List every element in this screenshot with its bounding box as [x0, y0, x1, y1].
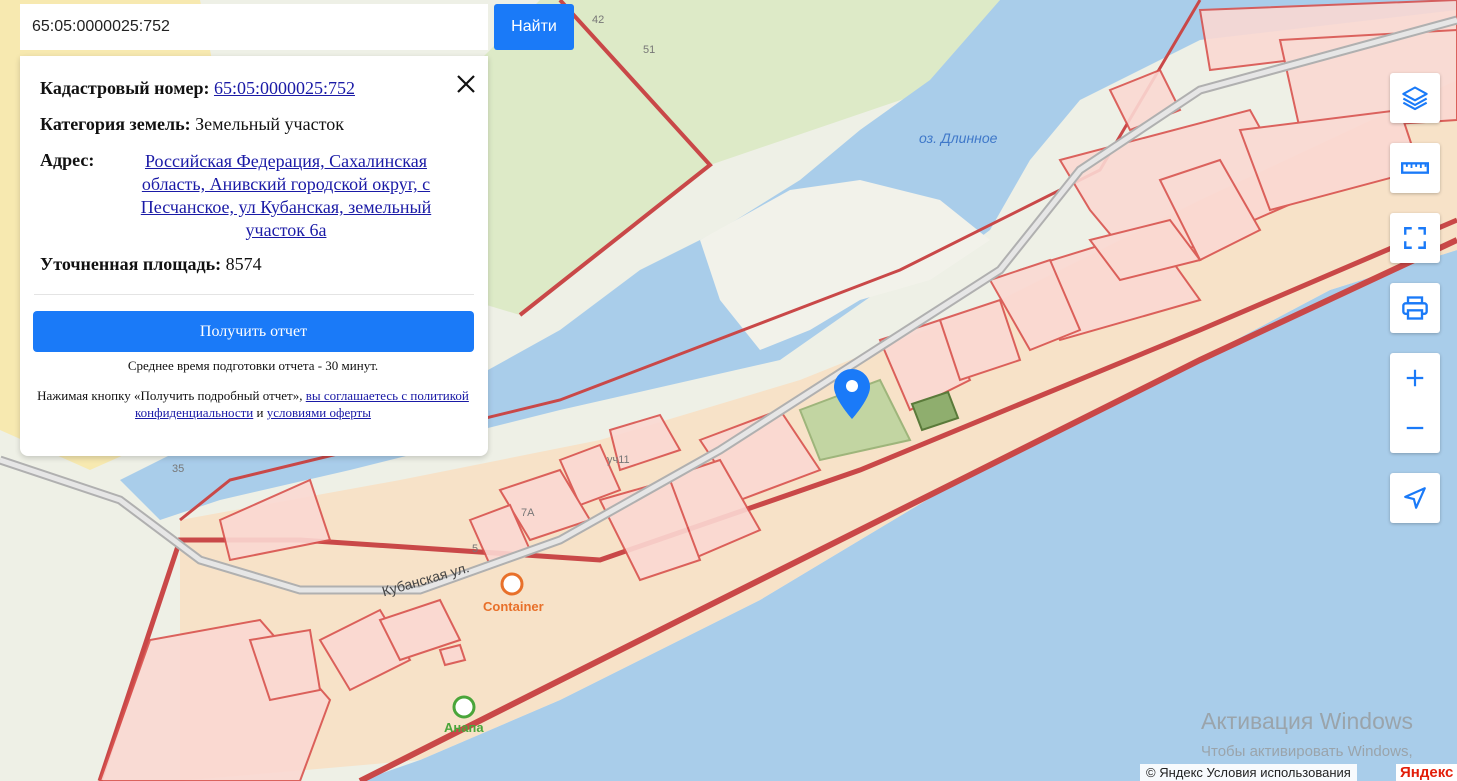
geolocation-icon [1404, 487, 1426, 509]
layers-button[interactable] [1390, 73, 1440, 123]
search-button[interactable]: Найти [494, 4, 574, 50]
parcel-info-card: Кадастровый номер: 65:05:0000025:752 Кат… [20, 56, 488, 456]
windows-activation-title: Активация Windows [1201, 708, 1413, 734]
divider [34, 294, 474, 295]
address-label: Адрес: [40, 150, 95, 170]
category-value: Земельный участок [195, 114, 344, 134]
container-poi-label[interactable]: Container [483, 599, 544, 614]
geolocation-button[interactable] [1390, 473, 1440, 523]
prep-time-note: Среднее время подготовки отчета - 30 мин… [127, 358, 379, 373]
fullscreen-button[interactable] [1390, 213, 1440, 263]
category-label: Категория земель: [40, 114, 191, 134]
area-row: Уточненная площадь: 8574 [40, 254, 262, 275]
zoom-out-button[interactable] [1390, 403, 1440, 453]
zoom-out-icon [1406, 426, 1424, 430]
category-row: Категория земель: Земельный участок [40, 114, 344, 135]
container-poi-icon [500, 572, 524, 596]
plot-label-5: 5 [472, 543, 479, 555]
consent-prefix: Нажимая кнопку «Получить подробный отчет… [37, 388, 303, 403]
plot-label-7a: 7А [521, 507, 535, 519]
zoom-control [1390, 353, 1440, 453]
zoom-in-icon [1406, 369, 1424, 387]
consent-note: Нажимая кнопку «Получить подробный отчет… [32, 387, 474, 421]
cadastral-label: Кадастровый номер: [40, 78, 210, 98]
area-value: 8574 [225, 254, 262, 274]
get-report-button[interactable]: Получить отчет [33, 311, 474, 352]
offer-terms-link[interactable]: условиями оферты [267, 405, 371, 420]
layers-icon [1402, 86, 1428, 111]
address-link[interactable]: Российская Федерация, Сахалинская област… [118, 150, 454, 242]
print-button[interactable] [1390, 283, 1440, 333]
house-label-42: 42 [592, 14, 605, 26]
lake-label: оз. Длинное [919, 130, 998, 146]
anapa-poi-icon [452, 695, 476, 719]
close-icon[interactable] [454, 72, 478, 96]
plot-label-uch11: уч11 [607, 454, 630, 466]
anapa-poi-label[interactable]: Анапа [444, 720, 484, 735]
map-copyright[interactable]: © Яндекс Условия использования [1140, 764, 1357, 781]
windows-activation-subtitle: Чтобы активировать Windows, [1201, 743, 1413, 760]
search-input[interactable] [20, 4, 488, 50]
ruler-button[interactable] [1390, 143, 1440, 193]
zoom-in-button[interactable] [1390, 353, 1440, 403]
cadastral-link[interactable]: 65:05:0000025:752 [214, 78, 355, 98]
house-label-51: 51 [643, 44, 656, 56]
ruler-icon [1401, 162, 1429, 174]
fullscreen-icon [1404, 227, 1426, 249]
house-label-35: 35 [172, 463, 185, 475]
print-icon [1402, 296, 1428, 320]
area-label: Уточненная площадь: [40, 254, 222, 274]
cadastral-row: Кадастровый номер: 65:05:0000025:752 [40, 78, 355, 99]
consent-and: и [256, 405, 264, 420]
yandex-logo[interactable]: Яндекс [1396, 764, 1457, 781]
